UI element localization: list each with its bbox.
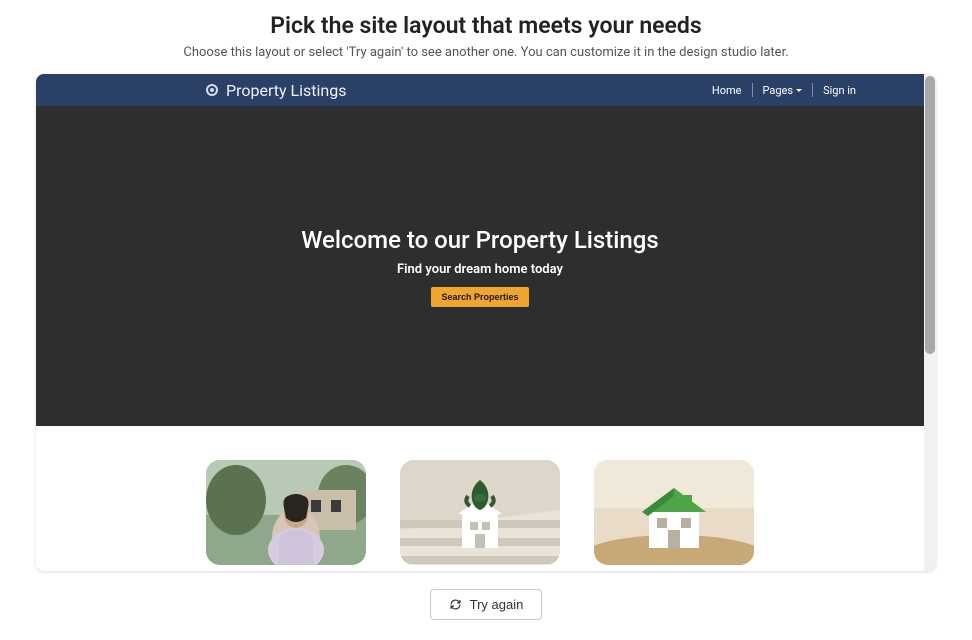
try-again-label: Try again (470, 597, 524, 612)
page-subtitle: Choose this layout or select 'Try again'… (0, 45, 972, 60)
layout-preview: Property Listings Home Pages Sign in (36, 74, 936, 571)
brand-logo-icon (206, 84, 218, 96)
nav-links: Home Pages Sign in (702, 83, 866, 97)
cards-section (36, 426, 924, 565)
hero-title: Welcome to our Property Listings (301, 226, 658, 254)
nav-link-pages-label: Pages (763, 84, 794, 97)
preview-frame: Property Listings Home Pages Sign in (36, 74, 936, 571)
brand[interactable]: Property Listings (206, 81, 347, 100)
chevron-down-icon (796, 89, 802, 92)
nav-link-home[interactable]: Home (702, 84, 752, 97)
hero-section: Welcome to our Property Listings Find yo… (36, 106, 924, 426)
card-image-1 (206, 460, 366, 565)
search-properties-button[interactable]: Search Properties (431, 287, 528, 307)
hero-subtitle: Find your dream home today (397, 262, 563, 277)
preview-scrollbar[interactable] (924, 74, 936, 571)
card-image-3 (594, 460, 754, 565)
scrollbar-thumb[interactable] (925, 76, 935, 354)
nav-link-pages[interactable]: Pages (753, 84, 813, 97)
try-again-button[interactable]: Try again (430, 589, 543, 620)
brand-text: Property Listings (226, 81, 347, 100)
preview-navbar: Property Listings Home Pages Sign in (36, 74, 924, 106)
nav-link-signin[interactable]: Sign in (813, 84, 866, 97)
page-title: Pick the site layout that meets your nee… (0, 12, 972, 39)
refresh-icon (449, 598, 462, 611)
card-image-2 (400, 460, 560, 565)
